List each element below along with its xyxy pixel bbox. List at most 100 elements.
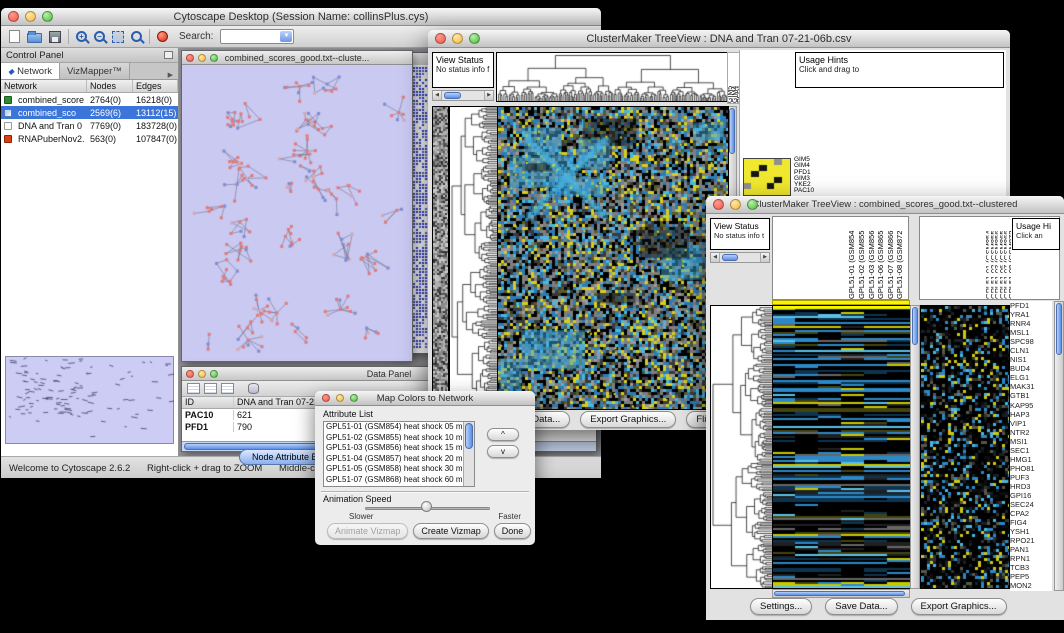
heatmap-canvas[interactable] xyxy=(772,305,911,589)
zoom-button[interactable] xyxy=(210,370,218,378)
dendrogram-scrollbar[interactable] xyxy=(432,90,494,101)
gene-label[interactable]: GPI16 xyxy=(1010,491,1052,500)
gene-label[interactable]: KAP95 xyxy=(1010,401,1052,410)
tab-network[interactable]: Network xyxy=(1,63,60,79)
save-session-icon[interactable] xyxy=(49,31,61,43)
gene-label[interactable]: RPO21 xyxy=(1010,536,1052,545)
tab-overflow-icon[interactable] xyxy=(163,71,178,79)
network-list-row[interactable]: combined_scores 2764(0) 16218(0) xyxy=(1,93,178,106)
main-titlebar[interactable]: Cytoscape Desktop (Session Name: collins… xyxy=(1,8,601,26)
action-button[interactable]: Done xyxy=(494,523,532,539)
attribute-item[interactable]: GPL51-03 (GSM856) heat shock 15 min xyxy=(324,443,463,454)
gene-label[interactable]: FIG4 xyxy=(1010,518,1052,527)
zoom-fit-icon[interactable] xyxy=(112,31,124,43)
gene-label[interactable]: VIP1 xyxy=(1010,419,1052,428)
treeview-combined-titlebar[interactable]: ClusterMaker TreeView : combined_scores_… xyxy=(706,196,1064,214)
gene-label[interactable]: PUF3 xyxy=(1010,473,1052,482)
column-label[interactable]: GPL51-07 (GSM866 xyxy=(886,217,896,299)
action-button[interactable]: Animate Vizmap xyxy=(327,523,408,539)
column-label[interactable]: GPL51-01 (GSM854 xyxy=(984,217,989,299)
gene-label[interactable]: HMG1 xyxy=(1010,455,1052,464)
scroll-thumb[interactable] xyxy=(722,254,738,261)
scroll-left-icon[interactable] xyxy=(711,253,720,262)
gene-label[interactable]: RPN1 xyxy=(1010,554,1052,563)
gene-label[interactable]: PAN1 xyxy=(1010,545,1052,554)
scroll-track[interactable] xyxy=(442,91,484,100)
scroll-track[interactable] xyxy=(720,253,760,262)
gene-label[interactable]: HAP3 xyxy=(1010,410,1052,419)
tab-vizmapper[interactable]: VizMapper™ xyxy=(60,63,130,79)
attribute-item[interactable]: GPL51-04 (GSM857) heat shock 20 min xyxy=(324,454,463,465)
minimize-button[interactable] xyxy=(452,33,463,44)
scroll-thumb[interactable] xyxy=(1056,303,1062,355)
zoom-button[interactable] xyxy=(350,394,358,402)
action-button[interactable]: Create Vizmap xyxy=(413,523,488,539)
create-attribute-icon[interactable] xyxy=(204,383,217,394)
gene-label[interactable]: CLN1 xyxy=(1010,346,1052,355)
scroll-right-icon[interactable] xyxy=(760,253,769,262)
column-label[interactable]: GPL51-08 (GSM872 xyxy=(895,217,905,299)
cluster-mini-heatmap-canvas[interactable] xyxy=(743,158,791,196)
zoom-button[interactable] xyxy=(747,199,758,210)
row-dendrogram-canvas[interactable] xyxy=(449,106,498,410)
annotation-icon[interactable] xyxy=(157,31,168,42)
action-button[interactable]: Export Graphics... xyxy=(580,411,676,428)
action-button[interactable]: Settings... xyxy=(750,598,812,615)
move-up-button[interactable]: ^ xyxy=(487,428,519,441)
close-button[interactable] xyxy=(435,33,446,44)
heatmap-hscrollbar[interactable] xyxy=(772,589,910,598)
attribute-list[interactable]: GPL51-01 (GSM854) heat shock 05 minGPL51… xyxy=(323,421,475,487)
row-dendrogram-canvas[interactable] xyxy=(710,305,773,589)
action-button[interactable]: Save Data... xyxy=(825,598,897,615)
network-overview-panel[interactable] xyxy=(5,356,174,444)
gene-label[interactable]: MON2 xyxy=(1010,581,1052,590)
column-label[interactable]: GPL51-02 (GSM855 xyxy=(857,217,867,299)
close-button[interactable] xyxy=(322,394,330,402)
zoom-button[interactable] xyxy=(469,33,480,44)
network-list-row[interactable]: DNA and Tran 0 7769(0) 183728(0) xyxy=(1,119,178,132)
column-label[interactable]: GPL51-08 (GSM872 xyxy=(1007,217,1012,299)
gene-label[interactable]: MAK31 xyxy=(1010,382,1052,391)
select-attributes-icon[interactable] xyxy=(187,383,200,394)
minimize-button[interactable] xyxy=(198,54,206,62)
column-dendrogram-canvas[interactable] xyxy=(496,52,728,102)
column-label[interactable]: GPL51-06 (GSM865 xyxy=(876,217,886,299)
gene-label[interactable]: MSI1 xyxy=(1010,437,1052,446)
scroll-right-icon[interactable] xyxy=(484,91,493,100)
delete-attribute-icon[interactable] xyxy=(221,383,234,394)
attribute-item[interactable]: GPL51-07 (GSM868) heat shock 60 min xyxy=(324,475,463,486)
zoom-selected-icon[interactable] xyxy=(131,31,142,42)
gene-label[interactable]: NTR2 xyxy=(1010,428,1052,437)
network-graph-view[interactable] xyxy=(182,65,412,361)
gene-label[interactable]: SPC98 xyxy=(1010,337,1052,346)
gene-label[interactable]: YSH1 xyxy=(1010,527,1052,536)
open-session-icon[interactable] xyxy=(27,33,42,43)
heatmap-vscrollbar[interactable] xyxy=(910,305,920,589)
gene-label[interactable]: SEC24 xyxy=(1010,500,1052,509)
gene-label[interactable]: RNR4 xyxy=(1010,319,1052,328)
scroll-thumb[interactable] xyxy=(912,307,918,345)
zoom-in-icon[interactable] xyxy=(76,31,87,42)
network-list-row[interactable]: RNAPuberNov2... 563(0) 107847(0) xyxy=(1,132,178,145)
search-input[interactable] xyxy=(220,29,294,44)
minimize-button[interactable] xyxy=(336,394,344,402)
move-down-button[interactable]: v xyxy=(487,445,519,458)
scroll-left-icon[interactable] xyxy=(433,91,442,100)
gene-label[interactable]: GTB1 xyxy=(1010,391,1052,400)
slider-thumb[interactable] xyxy=(421,501,432,512)
minimize-button[interactable] xyxy=(25,11,36,22)
network-list-row[interactable]: combined_sco 2569(6) 13112(15) xyxy=(1,106,178,119)
close-button[interactable] xyxy=(186,54,194,62)
attribute-function-icon[interactable] xyxy=(248,383,259,394)
gene-list-vscrollbar[interactable] xyxy=(1054,301,1064,591)
treeview-dna-titlebar[interactable]: ClusterMaker TreeView : DNA and Tran 07-… xyxy=(428,30,1010,48)
gene-label[interactable]: HRD3 xyxy=(1010,482,1052,491)
close-button[interactable] xyxy=(186,370,194,378)
gene-label[interactable]: BUD4 xyxy=(1010,364,1052,373)
global-overview-canvas[interactable] xyxy=(432,106,449,410)
attribute-list-scrollbar[interactable] xyxy=(463,422,474,486)
scroll-thumb[interactable] xyxy=(465,423,473,449)
dendrogram-scrollbar[interactable] xyxy=(710,252,770,263)
heatmap-canvas[interactable] xyxy=(497,106,729,410)
zoom-out-icon[interactable] xyxy=(94,31,105,42)
